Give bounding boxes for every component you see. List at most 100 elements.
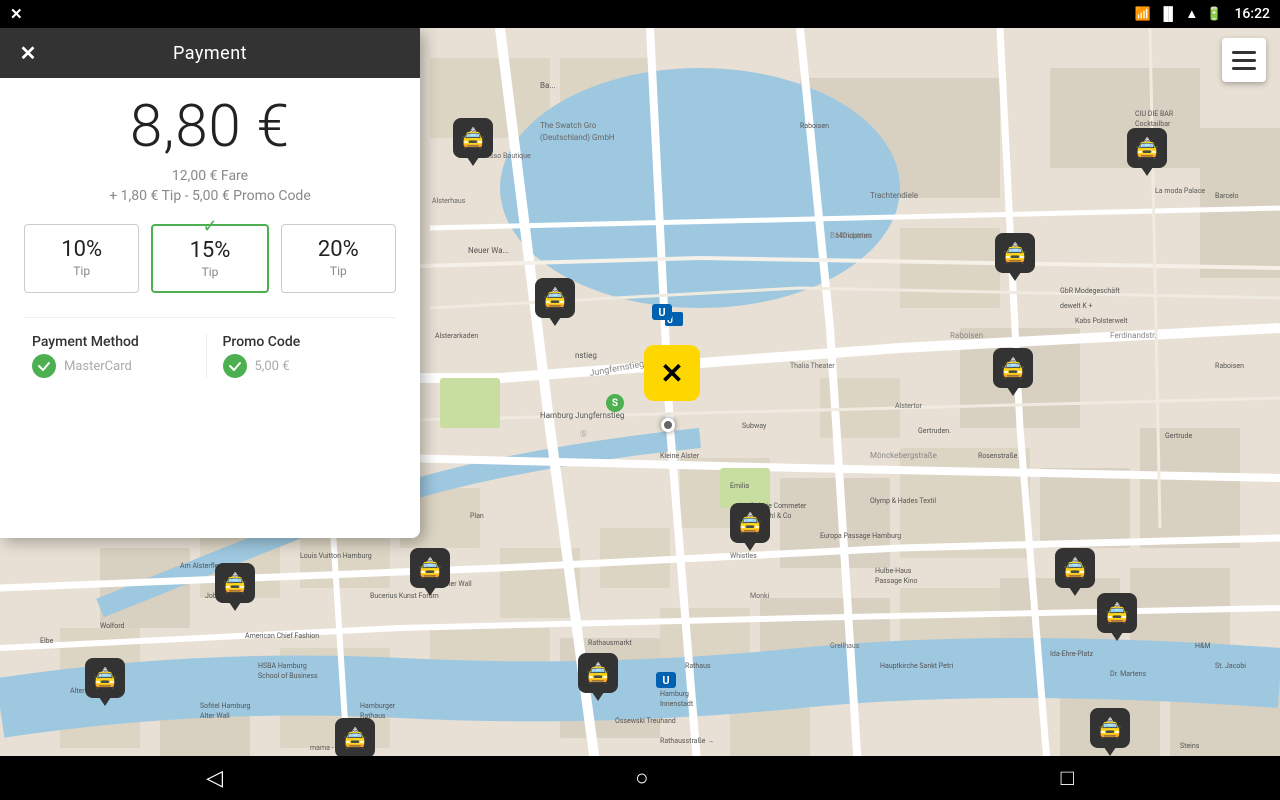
panel-header: ✕ Payment <box>0 28 420 78</box>
svg-text:Ferdinandstr.: Ferdinandstr. <box>1110 331 1156 340</box>
taxi-6: .taxi-pin-taxi-6::after { content:'';pos… <box>993 348 1037 392</box>
menu-line-3 <box>1232 67 1256 70</box>
close-button[interactable]: ✕ <box>14 39 42 67</box>
taxi-10: .taxi-pin-taxi-10::after { content:'';po… <box>215 563 259 607</box>
svg-text:Ida-Ehre-Platz: Ida-Ehre-Platz <box>1050 650 1094 658</box>
clock: 16:22 <box>1234 6 1270 22</box>
tip-15-check: ✓ <box>202 216 217 237</box>
svg-text:Emilia: Emilia <box>730 482 749 490</box>
tip-section: ✓ 10% Tip ✓ 15% Tip ✓ 20% Tip <box>24 224 396 293</box>
svg-text:Cocktailbar: Cocktailbar <box>1135 120 1171 128</box>
svg-text:Grellhaus: Grellhaus <box>830 642 860 650</box>
bottom-section: Payment Method MasterCard Promo Code <box>24 317 396 378</box>
navigation-bar: ◁ ○ □ <box>0 756 1280 800</box>
svg-text:Europa Passage Hamburg: Europa Passage Hamburg <box>820 532 901 540</box>
svg-text:nstieg: nstieg <box>575 351 597 360</box>
svg-text:Ba...: Ba... <box>540 81 556 90</box>
promo-code-col[interactable]: Promo Code 5,00 € <box>207 334 397 378</box>
svg-text:St. Jacobi: St. Jacobi <box>1215 662 1246 670</box>
svg-text:dewelt K +: dewelt K + <box>1060 302 1092 310</box>
svg-text:The Swatch Gro: The Swatch Gro <box>540 121 597 130</box>
svg-text:Barcelo: Barcelo <box>1215 192 1239 200</box>
ubahn-rathaus: U <box>656 672 676 688</box>
svg-text:Hulbe-Haus: Hulbe-Haus <box>875 567 912 575</box>
taxi-7: .taxi-pin-taxi-7::after { content:'';pos… <box>730 503 774 547</box>
svg-text:Wolford: Wolford <box>100 622 125 630</box>
svg-text:Hamburg Jungfernstieg: Hamburg Jungfernstieg <box>540 411 624 420</box>
svg-text:Alsterhaus: Alsterhaus <box>432 197 466 205</box>
svg-text:Gertrude: Gertrude <box>1165 432 1192 440</box>
recent-button[interactable]: □ <box>1061 765 1074 791</box>
fare-breakdown: + 1,80 € Tip - 5,00 € Promo Code <box>109 188 311 204</box>
signal-icon: ▐▌ <box>1159 6 1177 22</box>
svg-text:American Chief Fashion: American Chief Fashion <box>245 632 319 640</box>
svg-text:Whistles: Whistles <box>730 552 757 560</box>
svg-text:Mönckebergstraße: Mönckebergstraße <box>870 451 937 460</box>
home-button[interactable]: ○ <box>635 765 648 791</box>
svg-text:Gertruden.: Gertruden. <box>918 427 951 435</box>
svg-text:Hamburger: Hamburger <box>360 702 396 710</box>
promo-code-inner: 5,00 € <box>223 354 290 378</box>
svg-text:Rathaus: Rathaus <box>685 662 711 670</box>
payment-method-label: Payment Method <box>32 334 139 350</box>
svg-text:Sofitel Hamburg: Sofitel Hamburg <box>200 702 251 710</box>
svg-text:Raboisen: Raboisen <box>800 122 829 130</box>
svg-text:14Dioptrien: 14Dioptrien <box>835 232 871 240</box>
svg-text:Louis Vuitton Hamburg: Louis Vuitton Hamburg <box>300 552 372 560</box>
status-bar: ✕ 📶 ▐▌ ▲ 🔋 16:22 <box>0 0 1280 28</box>
svg-text:(Deutschland) GmbH: (Deutschland) GmbH <box>540 133 615 142</box>
svg-text:Elbe: Elbe <box>40 637 54 645</box>
menu-button[interactable] <box>1222 38 1266 82</box>
payment-panel: ✕ Payment 8,80 € 12,00 € Fare + 1,80 € T… <box>0 28 420 538</box>
svg-text:Hauptkirche Sankt Petri: Hauptkirche Sankt Petri <box>880 662 954 670</box>
battery-icon: 🔋 <box>1206 7 1222 22</box>
svg-text:Neuer Wa...: Neuer Wa... <box>468 246 509 255</box>
taxi-14: .taxi-pin-taxi-14::after { content:'';po… <box>1090 708 1134 752</box>
app-x-icon: ✕ <box>660 357 683 390</box>
tip-15-label: Tip <box>202 265 219 279</box>
taxi-8: .taxi-pin-taxi-8::after { content:'';pos… <box>1055 548 1099 592</box>
taxi-1: .taxi-pin-taxi-1::after { content:'';pos… <box>453 118 497 162</box>
menu-line-2 <box>1232 59 1256 62</box>
sbahn-jungfernstieg: S <box>606 394 624 412</box>
svg-text:H&M: H&M <box>1195 642 1210 650</box>
app-marker-inner: ✕ <box>644 345 700 401</box>
menu-line-1 <box>1232 51 1256 54</box>
tip-20-button[interactable]: ✓ 20% Tip <box>281 224 396 293</box>
fare-details: 12,00 € Fare + 1,80 € Tip - 5,00 € Promo… <box>109 168 311 204</box>
taxi-4: .taxi-pin-taxi-4::after { content:'';pos… <box>995 233 1039 277</box>
svg-text:Raboisen: Raboisen <box>1215 362 1244 370</box>
taxi-11: .taxi-pin-taxi-11::after { content:'';po… <box>1097 593 1141 637</box>
svg-text:Raboisen: Raboisen <box>950 331 983 340</box>
svg-text:Steins: Steins <box>1180 742 1200 750</box>
svg-text:Kleine Alster: Kleine Alster <box>660 452 700 460</box>
tip-10-button[interactable]: ✓ 10% Tip <box>24 224 139 293</box>
svg-text:CIU DIE BAR: CIU DIE BAR <box>1135 110 1174 118</box>
svg-text:Dr. Martens: Dr. Martens <box>1110 670 1146 678</box>
x-app-icon: ✕ <box>10 5 23 23</box>
back-button[interactable]: ◁ <box>206 766 223 791</box>
svg-text:School of Business: School of Business <box>258 672 318 680</box>
fare-amount: 8,80 € <box>130 98 290 156</box>
svg-text:Passage Kino: Passage Kino <box>875 577 918 585</box>
taxi-3: .taxi-pin-taxi-3::after { content:'';pos… <box>1127 128 1171 172</box>
payment-check-icon <box>37 359 51 373</box>
svg-text:Rathausstraße →: Rathausstraße → <box>660 737 714 745</box>
taxi-9: .taxi-pin-taxi-9::after { content:'';pos… <box>410 548 454 592</box>
svg-text:Monki: Monki <box>750 592 770 600</box>
fare-base: 12,00 € Fare <box>109 168 311 184</box>
payment-method-col[interactable]: Payment Method MasterCard <box>24 334 207 378</box>
tip-10-percent: 10% <box>61 237 102 262</box>
svg-text:Innenstadt: Innenstadt <box>660 700 694 708</box>
svg-text:Plan: Plan <box>470 512 484 520</box>
promo-code-label: Promo Code <box>223 334 301 350</box>
svg-text:Hamburg: Hamburg <box>660 690 689 698</box>
tip-20-label: Tip <box>330 264 347 278</box>
tip-15-button[interactable]: ✓ 15% Tip <box>151 224 268 293</box>
tip-10-label: Tip <box>73 264 90 278</box>
svg-text:Alter Wall: Alter Wall <box>200 712 230 720</box>
svg-text:La moda Palace: La moda Palace <box>1155 187 1205 195</box>
svg-text:Trachtendiele: Trachtendiele <box>870 191 918 200</box>
app-marker: ✕ <box>642 343 702 403</box>
bluetooth-icon: 📶 <box>1135 7 1151 22</box>
